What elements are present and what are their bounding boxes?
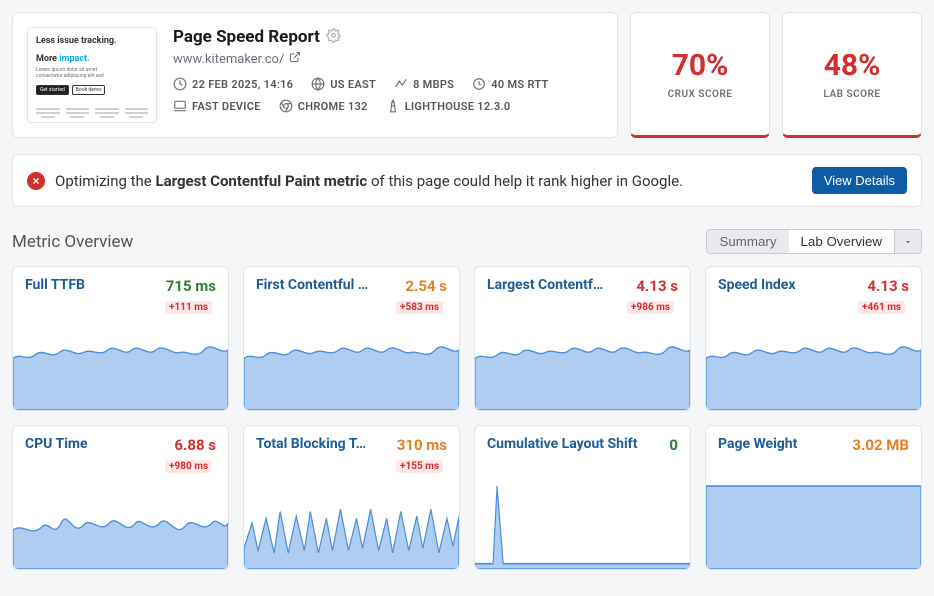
- metric-name: Cumulative Layout Shift: [487, 436, 663, 452]
- meta-date: 22 FEB 2025, 14:16: [173, 77, 293, 91]
- device-icon: [173, 99, 187, 113]
- view-toggle: Summary Lab Overview: [706, 229, 922, 254]
- metric-card[interactable]: Full TTFB 715 ms +111 ms: [12, 266, 229, 411]
- crux-score-card[interactable]: 70% CRUX SCORE: [630, 12, 770, 138]
- latency-icon: [472, 77, 486, 91]
- metric-value: 4.13 s: [636, 277, 678, 295]
- metric-name: Largest Contentf…: [487, 277, 630, 293]
- meta-region: US EAST: [311, 77, 376, 91]
- metric-sparkline: [13, 318, 228, 410]
- metric-name: Speed Index: [718, 277, 861, 293]
- metric-name: Full TTFB: [25, 277, 160, 293]
- report-header-card: Less issue tracking. More impact. Lorem …: [12, 12, 618, 138]
- metric-value: 0: [669, 436, 678, 454]
- metric-value: 2.54 s: [405, 277, 447, 295]
- metric-card[interactable]: Total Blocking T… 310 ms +155 ms: [243, 425, 460, 570]
- page-title: Page Speed Report: [173, 27, 320, 47]
- metric-delta: +980 ms: [165, 460, 212, 473]
- thumb-line2a: More: [36, 54, 59, 64]
- meta-device: FAST DEVICE: [173, 99, 261, 113]
- thumb-line2b: impact.: [59, 54, 89, 64]
- view-dropdown-caret[interactable]: [894, 230, 921, 253]
- crux-score-label: CRUX SCORE: [668, 89, 733, 100]
- error-icon: [27, 172, 45, 190]
- metric-sparkline: [706, 318, 921, 410]
- metric-value: 715 ms: [166, 277, 216, 295]
- metric-value: 6.88 s: [174, 436, 216, 454]
- bandwidth-icon: [394, 77, 408, 91]
- metric-delta: +461 ms: [858, 301, 905, 314]
- thumb-line1: Less issue tracking.: [36, 36, 148, 46]
- metric-sparkline: [475, 318, 690, 410]
- meta-bandwidth: 8 MBPS: [394, 77, 454, 91]
- metric-value: 4.13 s: [867, 277, 909, 295]
- tab-summary[interactable]: Summary: [707, 230, 788, 253]
- lab-score-card[interactable]: 48% LAB SCORE: [782, 12, 922, 138]
- metric-sparkline: [244, 477, 459, 569]
- lab-score-value: 48%: [824, 48, 881, 83]
- metric-card[interactable]: Page Weight 3.02 MB: [705, 425, 922, 570]
- view-details-button[interactable]: View Details: [812, 167, 907, 194]
- metric-sparkline: [13, 477, 228, 569]
- crux-score-value: 70%: [672, 48, 729, 83]
- metric-delta: +155 ms: [396, 460, 443, 473]
- clock-icon: [173, 77, 187, 91]
- tab-lab-overview[interactable]: Lab Overview: [789, 230, 895, 253]
- metric-delta: +111 ms: [165, 301, 212, 314]
- metric-name: First Contentful …: [256, 277, 399, 293]
- lab-score-label: LAB SCORE: [823, 89, 880, 100]
- metric-grid: Full TTFB 715 ms +111 ms First Contentfu…: [12, 266, 922, 570]
- external-link-icon[interactable]: [289, 51, 301, 67]
- chrome-icon: [279, 99, 293, 113]
- optimization-banner: Optimizing the Largest Contentful Paint …: [12, 154, 922, 207]
- metric-card[interactable]: CPU Time 6.88 s +980 ms: [12, 425, 229, 570]
- banner-text: Optimizing the Largest Contentful Paint …: [55, 172, 802, 190]
- meta-lighthouse: LIGHTHOUSE 12.3.0: [386, 99, 511, 113]
- page-url[interactable]: www.kitemaker.co/: [173, 52, 284, 67]
- metric-delta: +583 ms: [396, 301, 443, 314]
- metric-sparkline: [244, 318, 459, 410]
- metric-delta: +986 ms: [627, 301, 674, 314]
- meta-browser: CHROME 132: [279, 99, 368, 113]
- metric-card[interactable]: Cumulative Layout Shift 0: [474, 425, 691, 570]
- metric-value: 3.02 MB: [852, 436, 909, 454]
- metric-value: 310 ms: [397, 436, 447, 454]
- metric-name: CPU Time: [25, 436, 168, 452]
- page-thumbnail[interactable]: Less issue tracking. More impact. Lorem …: [27, 27, 157, 123]
- metric-sparkline: [706, 462, 921, 569]
- metric-card[interactable]: Speed Index 4.13 s +461 ms: [705, 266, 922, 411]
- metric-sparkline: [475, 462, 690, 569]
- metric-card[interactable]: Largest Contentf… 4.13 s +986 ms: [474, 266, 691, 411]
- globe-icon: [311, 77, 325, 91]
- metric-card[interactable]: First Contentful … 2.54 s +583 ms: [243, 266, 460, 411]
- lighthouse-icon: [386, 99, 400, 113]
- section-title: Metric Overview: [12, 232, 706, 252]
- metric-name: Page Weight: [718, 436, 846, 452]
- gear-icon[interactable]: [326, 28, 341, 47]
- meta-rtt: 40 MS RTT: [472, 77, 548, 91]
- metric-name: Total Blocking T…: [256, 436, 391, 452]
